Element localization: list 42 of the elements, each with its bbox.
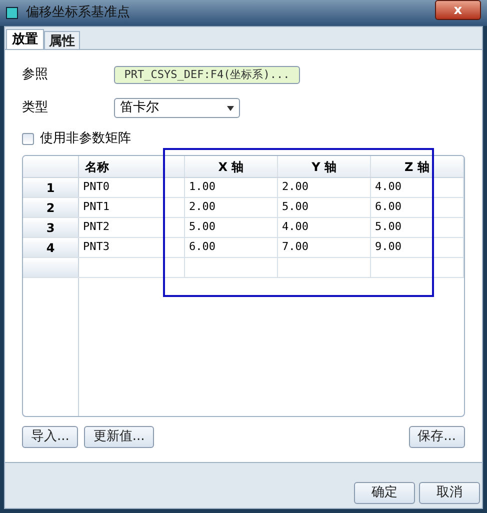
row-header: 1 xyxy=(23,178,79,197)
table-cell: 2.00 xyxy=(278,178,371,197)
row-header: 3 xyxy=(23,218,79,237)
dialog-button[interactable]: 确定 xyxy=(354,482,415,504)
table-cell: 5.00 xyxy=(371,218,464,237)
type-dropdown[interactable]: 笛卡尔 xyxy=(114,98,240,118)
table-action-button[interactable]: 更新值... xyxy=(84,426,154,448)
column-header: Y 轴 xyxy=(278,156,371,177)
app-icon xyxy=(6,7,18,19)
dialog-button[interactable]: 取消 xyxy=(419,482,480,504)
window-title: 偏移坐标系基准点 xyxy=(26,4,130,22)
row-header xyxy=(23,258,79,277)
table-cell: PNT0 xyxy=(79,178,185,197)
table-cell: 1.00 xyxy=(185,178,278,197)
table-cell: PNT3 xyxy=(79,238,185,257)
table-action-button[interactable]: 导入... xyxy=(22,426,78,448)
table-cell: 5.00 xyxy=(278,198,371,217)
tab[interactable]: 放置 xyxy=(6,29,44,49)
table-cell: 6.00 xyxy=(185,238,278,257)
table-cell: 6.00 xyxy=(371,198,464,217)
dropdown-arrow-icon xyxy=(227,106,234,110)
table-cell: PNT1 xyxy=(79,198,185,217)
table-cell: 7.00 xyxy=(278,238,371,257)
table-cell: 4.00 xyxy=(371,178,464,197)
row-header: 4 xyxy=(23,238,79,257)
table-cell: 5.00 xyxy=(185,218,278,237)
table-cell: 9.00 xyxy=(371,238,464,257)
column-header: 名称 xyxy=(79,156,185,177)
table-cell: 2.00 xyxy=(185,198,278,217)
row-header: 2 xyxy=(23,198,79,217)
tab[interactable]: 属性 xyxy=(44,31,80,49)
column-header: Z 轴 xyxy=(371,156,464,177)
reference-collector[interactable]: PRT_CSYS_DEF:F4(坐标系)... xyxy=(114,66,300,84)
type-label: 类型 xyxy=(22,99,49,118)
column-header: X 轴 xyxy=(185,156,278,177)
checkbox-label: 使用非参数矩阵 xyxy=(40,130,131,148)
checkbox[interactable] xyxy=(22,133,34,145)
reference-label: 参照 xyxy=(22,66,49,84)
table-cell: PNT2 xyxy=(79,218,185,237)
close-button[interactable]: x xyxy=(435,0,481,20)
table-cell: 4.00 xyxy=(278,218,371,237)
save-button[interactable]: 保存... xyxy=(408,426,465,448)
